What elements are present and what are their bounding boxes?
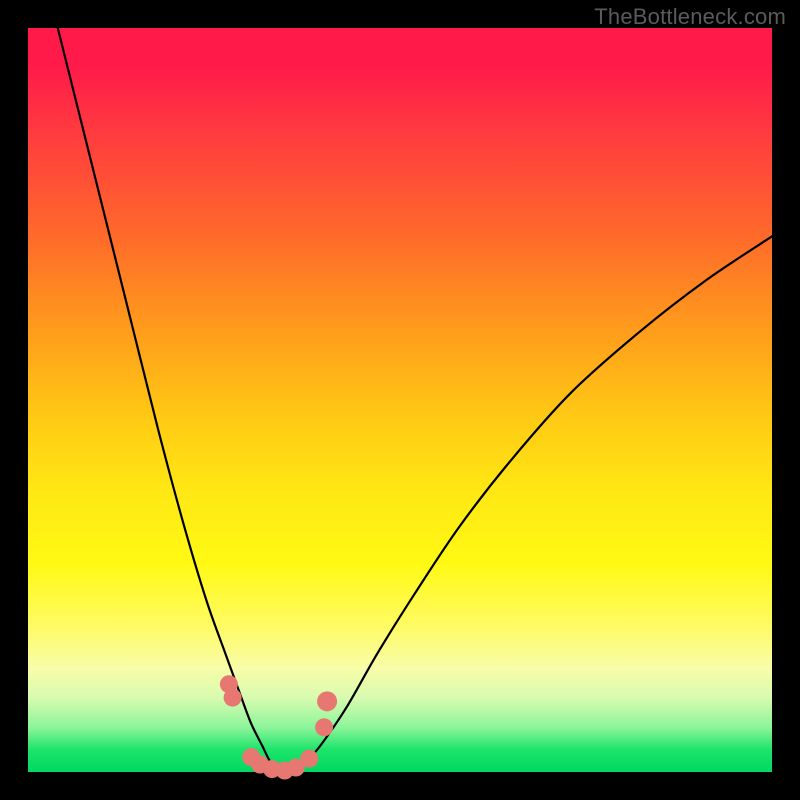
data-marker bbox=[300, 750, 318, 768]
chart-frame: TheBottleneck.com bbox=[0, 0, 800, 800]
v-curve bbox=[58, 28, 772, 772]
chart-overlay bbox=[28, 28, 772, 772]
watermark-text: TheBottleneck.com bbox=[594, 4, 786, 30]
data-marker bbox=[317, 691, 337, 711]
data-marker bbox=[224, 689, 242, 707]
data-marker bbox=[315, 718, 333, 736]
marker-group bbox=[220, 675, 337, 779]
